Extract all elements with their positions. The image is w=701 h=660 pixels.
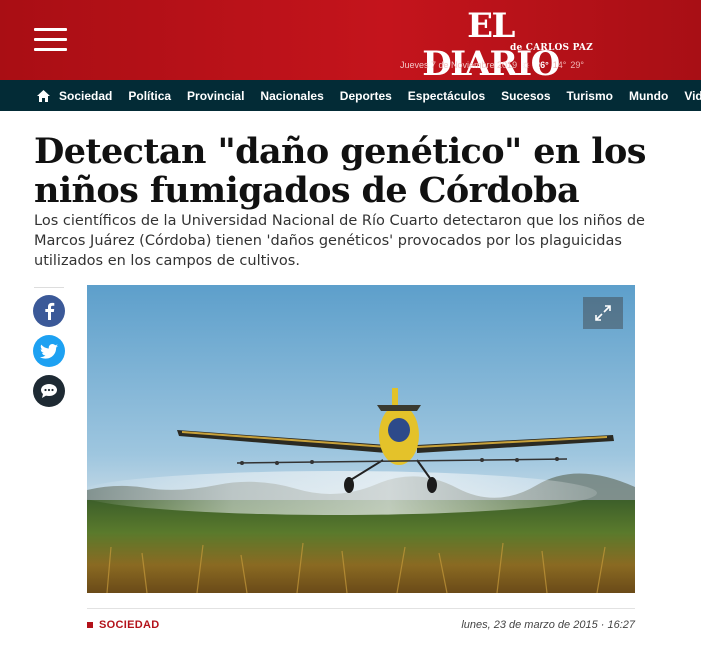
meta-divider [87, 608, 635, 609]
nav-item-provincial[interactable]: Provincial [187, 89, 244, 103]
nav-item-sucesos[interactable]: Sucesos [501, 89, 550, 103]
site-logo-subtitle: de CARLOS PAZ [510, 43, 593, 53]
nav-item-espectaculos[interactable]: Espectáculos [408, 89, 485, 103]
current-temperature: 26° [535, 60, 549, 70]
nav-item-turismo[interactable]: Turismo [567, 89, 613, 103]
section-marker-icon [87, 622, 93, 628]
article-photo[interactable] [87, 285, 635, 593]
header-date: Jueves 7 de Noviembre 2019 [400, 60, 518, 70]
nav-item-mundo[interactable]: Mundo [629, 89, 668, 103]
sun-icon: ☼ [521, 59, 532, 71]
nav-item-vida[interactable]: Vida [684, 89, 701, 103]
section-label: SOCIEDAD [99, 619, 160, 631]
article-title: Detectan "daño genético" en los niños fu… [34, 131, 646, 211]
article-lead: Los científicos de la Universidad Nacion… [34, 213, 645, 269]
hamburger-icon[interactable] [34, 28, 67, 52]
site-header: EL DIARIO de CARLOS PAZ Jueves 7 de Novi… [0, 0, 701, 83]
facebook-icon[interactable] [33, 295, 65, 327]
nav-item-deportes[interactable]: Deportes [340, 89, 392, 103]
nav-item-nacionales[interactable]: Nacionales [260, 89, 323, 103]
twitter-icon[interactable] [33, 335, 65, 367]
comments-icon[interactable] [33, 375, 65, 407]
nav-item-politica[interactable]: Política [128, 89, 171, 103]
home-icon[interactable] [37, 80, 50, 111]
max-temperature: 29° [570, 60, 585, 70]
weather-widget: Jueves 7 de Noviembre 2019 ☼ 26° 14° 29° [400, 59, 584, 71]
expand-icon[interactable] [583, 297, 623, 329]
section-tag[interactable]: SOCIEDAD [87, 619, 159, 631]
share-divider [34, 287, 64, 288]
min-temperature: 14° [552, 60, 567, 70]
main-navigation: Sociedad Política Provincial Nacionales … [0, 80, 701, 111]
article-date: lunes, 23 de marzo de 2015 · 16:27 [461, 619, 635, 631]
share-bar [33, 287, 65, 407]
nav-item-sociedad[interactable]: Sociedad [59, 89, 112, 103]
